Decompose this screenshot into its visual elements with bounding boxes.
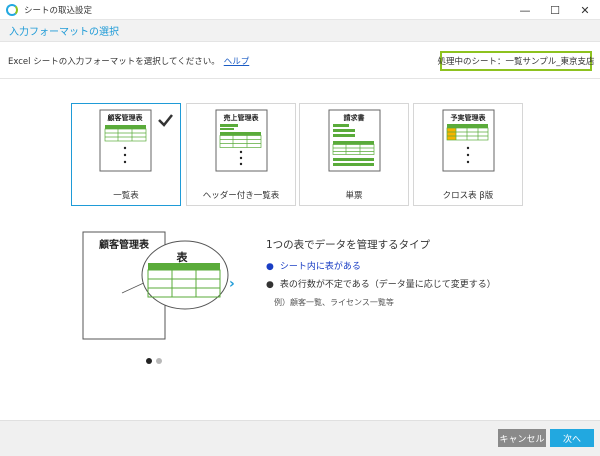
- format-label: クロス表 β版: [442, 191, 494, 201]
- format-card-cross-table[interactable]: 予実管理表 クロス表 β版: [413, 103, 523, 206]
- svg-text:予実管理表: 予実管理表: [451, 113, 487, 122]
- instruction-text: Excel シートの入力フォーマットを選択してください。: [8, 57, 220, 67]
- cancel-button[interactable]: キャンセル: [498, 429, 546, 447]
- close-icon[interactable]: ✕: [570, 0, 600, 20]
- help-link[interactable]: ヘルプ: [224, 57, 250, 67]
- header-list-thumbnail: 売上管理表: [215, 109, 268, 172]
- format-label: 一覧表: [113, 191, 139, 201]
- next-button[interactable]: 次へ: [550, 429, 594, 447]
- single-form-thumbnail: 請求書: [328, 109, 381, 172]
- format-card-single-form[interactable]: 請求書 単票: [299, 103, 409, 206]
- preview-doc-title: 顧客管理表: [99, 238, 150, 251]
- window-controls: — ☐ ✕: [510, 0, 600, 20]
- page-header: 入力フォーマットの選択: [0, 20, 600, 42]
- minimize-icon[interactable]: —: [510, 0, 540, 20]
- format-label: 単票: [345, 191, 363, 201]
- pager-dot-1[interactable]: [146, 358, 152, 364]
- preview-title: 1つの表でデータを管理するタイプ: [266, 239, 431, 251]
- chevron-right-icon[interactable]: ›: [229, 276, 235, 292]
- format-preview-illustration: 顧客管理表 表: [82, 231, 229, 340]
- thumb-title: 顧客管理表: [108, 113, 144, 122]
- format-label: ヘッダー付き一覧表: [202, 191, 280, 201]
- pager-dot-2[interactable]: [156, 358, 162, 364]
- format-card-list[interactable]: 顧客管理表 一覧表: [71, 103, 181, 206]
- preview-bullet-1: ● シート内に表がある: [266, 262, 361, 272]
- app-logo-icon: [6, 3, 18, 16]
- preview-bullet-2: ● 表の行数が不定である（データ量に応じて変更する）: [266, 280, 496, 290]
- divider: [0, 78, 600, 79]
- svg-text:請求書: 請求書: [344, 113, 365, 122]
- window-title: シートの取込設定: [24, 5, 93, 16]
- preview-example: 例）顧客一覧、ライセンス一覧等: [274, 298, 394, 307]
- window-titlebar: シートの取込設定 — ☐ ✕: [0, 0, 600, 20]
- maximize-icon[interactable]: ☐: [540, 0, 570, 20]
- format-card-header-list[interactable]: 売上管理表 ヘッダー付き一覧表: [186, 103, 296, 206]
- list-table-thumbnail: 顧客管理表: [99, 109, 175, 172]
- page-title: 入力フォーマットの選択: [9, 27, 119, 38]
- svg-text:売上管理表: 売上管理表: [224, 113, 260, 122]
- pager: [146, 358, 162, 364]
- cross-table-thumbnail: 予実管理表: [442, 109, 495, 172]
- preview-zoom-title: 表: [176, 250, 189, 264]
- current-sheet-badge: 処理中のシート：一覧サンプル_東京支店: [438, 51, 595, 71]
- instruction: Excel シートの入力フォーマットを選択してください。 ヘルプ: [8, 55, 249, 67]
